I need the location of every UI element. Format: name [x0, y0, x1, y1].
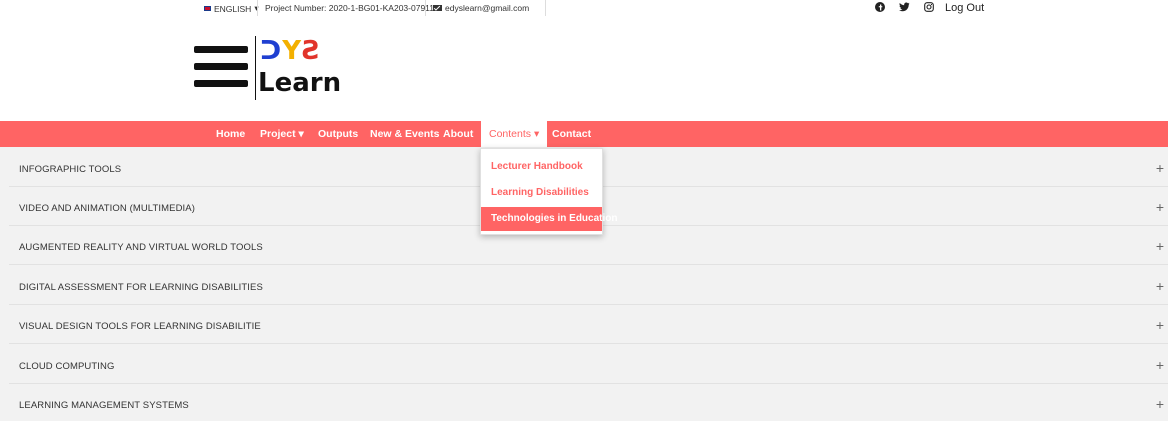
accordion-title: CLOUD COMPUTING	[19, 361, 115, 372]
nav-contents[interactable]: Contents ▾	[481, 121, 548, 147]
instagram-icon[interactable]	[924, 2, 934, 14]
accordion-title: AUGMENTED REALITY AND VIRTUAL WORLD TOOL…	[19, 242, 263, 253]
dropdown-item-lecturer-handbook[interactable]: Lecturer Handbook	[481, 155, 602, 179]
nav-project-label: Project	[260, 128, 296, 140]
logo-divider	[255, 36, 256, 100]
accordion-title: INFOGRAPHIC TOOLS	[19, 164, 122, 175]
nav-outputs[interactable]: Outputs	[318, 121, 358, 147]
envelope-icon	[433, 5, 442, 11]
plus-icon[interactable]: +	[1156, 317, 1164, 333]
nav-contact[interactable]: Contact	[552, 121, 591, 147]
project-number: Project Number: 2020-1-BG01-KA203-079118	[265, 3, 439, 13]
project-number-text: Project Number: 2020-1-BG01-KA203-079118	[265, 3, 439, 13]
uk-flag-icon	[204, 6, 211, 11]
accordion-item[interactable]: CLOUD COMPUTING +	[9, 346, 1168, 384]
nav-about[interactable]: About	[443, 121, 473, 147]
accordion-item[interactable]: VISUAL DESIGN TOOLS FOR LEARNING DISABIL…	[9, 306, 1168, 344]
email-text: edyslearn@gmail.com	[445, 3, 530, 13]
email-link[interactable]: edyslearn@gmail.com	[433, 3, 529, 13]
plus-icon[interactable]: +	[1156, 199, 1164, 215]
accordion-title: VIDEO AND ANIMATION (MULTIMEDIA)	[19, 203, 195, 214]
plus-icon[interactable]: +	[1156, 396, 1164, 412]
divider	[257, 0, 258, 16]
dropdown-item-technologies-in-education[interactable]: Technologies in Education	[481, 207, 618, 231]
plus-icon[interactable]: +	[1156, 238, 1164, 254]
logo-dys-text: ᑐYƧ	[260, 36, 322, 66]
plus-icon[interactable]: +	[1156, 160, 1164, 176]
site-logo[interactable]: ᑐYƧ Learn	[194, 34, 374, 104]
nav-contact-label: Contact	[552, 128, 592, 140]
logo-learn-text: Learn	[258, 68, 342, 98]
language-selector[interactable]: ENGLISH ▾	[204, 3, 259, 14]
chevron-down-icon: ▾	[533, 128, 540, 140]
accordion-item[interactable]: LEARNING MANAGEMENT SYSTEMS +	[9, 385, 1168, 421]
dropdown-item-learning-disabilities[interactable]: Learning Disabilities	[481, 181, 602, 205]
accordion-item[interactable]: DIGITAL ASSESSMENT FOR LEARNING DISABILI…	[9, 267, 1168, 305]
contents-dropdown-menu: Lecturer Handbook Learning Disabilities …	[480, 148, 618, 235]
divider	[545, 0, 546, 16]
language-label: ENGLISH	[214, 3, 252, 14]
chevron-down-icon: ▾	[298, 128, 304, 140]
facebook-icon[interactable]	[875, 2, 885, 14]
logout-link[interactable]: Log Out	[945, 2, 984, 14]
plus-icon[interactable]: +	[1156, 357, 1164, 373]
nav-news-events[interactable]: New & Events	[370, 121, 439, 147]
nav-outputs-label: Outputs	[318, 128, 359, 140]
top-bar: ENGLISH ▾ Project Number: 2020-1-BG01-KA…	[0, 0, 1168, 16]
nav-contents-label: Contents	[489, 128, 532, 140]
nav-home[interactable]: Home	[216, 121, 245, 147]
twitter-icon[interactable]	[899, 2, 910, 14]
accordion-title: VISUAL DESIGN TOOLS FOR LEARNING DISABIL…	[19, 321, 261, 332]
accordion-title: LEARNING MANAGEMENT SYSTEMS	[19, 400, 189, 411]
accordion-title: DIGITAL ASSESSMENT FOR LEARNING DISABILI…	[19, 282, 263, 293]
nav-news-events-label: New & Events	[370, 128, 440, 140]
main-nav: Home Project ▾ Outputs New & Events Abou…	[0, 121, 1168, 147]
nav-home-label: Home	[216, 128, 246, 140]
nav-about-label: About	[443, 128, 474, 140]
nav-project[interactable]: Project ▾	[260, 121, 304, 147]
plus-icon[interactable]: +	[1156, 278, 1164, 294]
divider	[425, 0, 426, 16]
